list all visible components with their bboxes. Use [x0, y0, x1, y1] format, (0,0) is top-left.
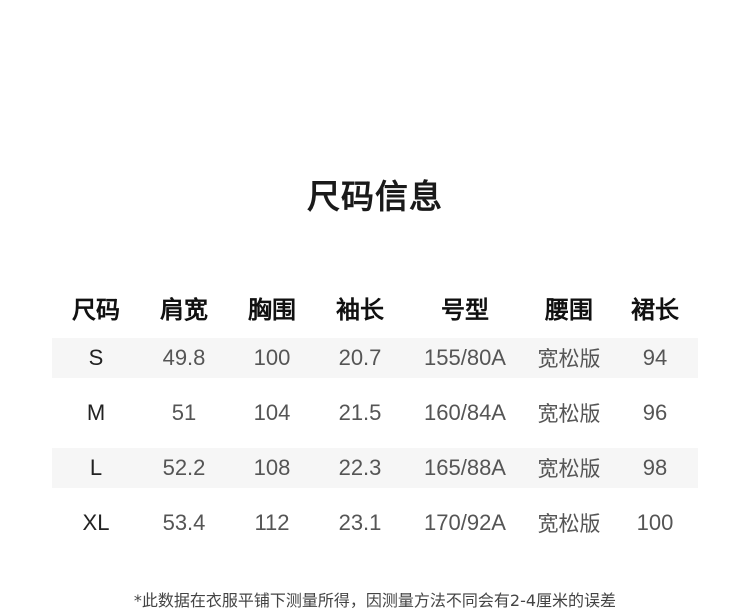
- table-row: S 49.8 100 20.7 155/80A 宽松版 94: [52, 338, 698, 378]
- cell-skirt-length: 94: [612, 338, 698, 378]
- cell-skirt-length: 96: [642, 400, 668, 425]
- header-sleeve: 袖长: [336, 295, 384, 324]
- cell-sleeve: 22.3: [316, 448, 404, 488]
- header-waist: 腰围: [545, 295, 593, 324]
- header-bust: 胸围: [248, 295, 296, 324]
- cell-size: XL: [82, 510, 110, 535]
- header-size: 尺码: [72, 295, 120, 324]
- header-fit-code: 号型: [441, 295, 489, 324]
- cell-size: L: [52, 448, 140, 488]
- cell-size: S: [52, 338, 140, 378]
- cell-waist: 宽松版: [537, 402, 601, 426]
- table-row: XL 53.4 112 23.1 170/92A 宽松版 100: [52, 503, 698, 543]
- table-row: L 52.2 108 22.3 165/88A 宽松版 98: [52, 448, 698, 488]
- table-header-row: 尺码 肩宽 胸围 袖长 号型 腰围 裙长: [52, 280, 698, 334]
- cell-size: M: [86, 400, 106, 425]
- cell-waist: 宽松版: [526, 448, 612, 488]
- cell-sleeve: 20.7: [316, 338, 404, 378]
- cell-fit-code: 165/88A: [404, 448, 526, 488]
- cell-fit-code: 155/80A: [404, 338, 526, 378]
- cell-sleeve: 23.1: [338, 510, 382, 535]
- cell-sleeve: 21.5: [338, 400, 382, 425]
- row-spacer: [52, 488, 698, 503]
- cell-bust: 100: [228, 338, 316, 378]
- cell-waist: 宽松版: [537, 512, 601, 536]
- header-shoulder: 肩宽: [160, 295, 208, 324]
- cell-shoulder: 52.2: [140, 448, 228, 488]
- cell-skirt-length: 100: [636, 510, 674, 535]
- cell-shoulder: 49.8: [140, 338, 228, 378]
- page-title: 尺码信息: [307, 177, 443, 216]
- cell-waist: 宽松版: [526, 338, 612, 378]
- cell-fit-code: 160/84A: [424, 400, 506, 425]
- cell-shoulder: 53.4: [162, 510, 206, 535]
- cell-bust: 104: [253, 400, 291, 425]
- cell-skirt-length: 98: [612, 448, 698, 488]
- row-spacer: [52, 378, 698, 393]
- cell-shoulder: 51: [171, 400, 197, 425]
- measurement-note: *此数据在衣服平铺下测量所得，因测量方法不同会有2-4厘米的误差: [133, 591, 617, 610]
- cell-bust: 112: [254, 510, 290, 535]
- size-table: 尺码 肩宽 胸围 袖长 号型 腰围 裙长 S 49.8 100 20.7 155…: [52, 280, 698, 543]
- header-skirt-length: 裙长: [631, 295, 679, 324]
- table-row: M 51 104 21.5 160/84A 宽松版 96: [52, 393, 698, 433]
- cell-fit-code: 170/92A: [424, 510, 506, 535]
- row-spacer: [52, 433, 698, 448]
- cell-bust: 108: [228, 448, 316, 488]
